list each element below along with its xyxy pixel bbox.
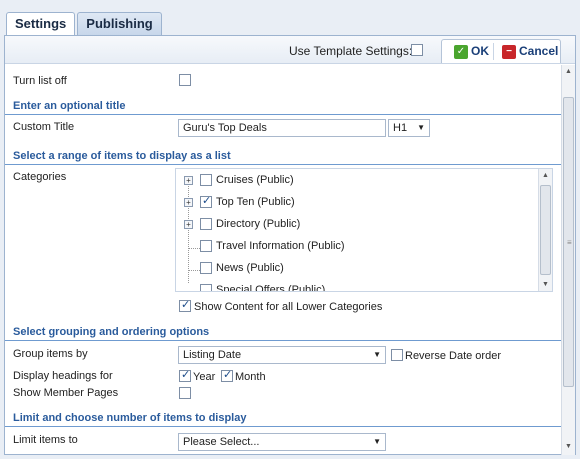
scroll-down-icon[interactable]: ▼ [542, 281, 549, 288]
year-checkbox[interactable] [179, 368, 191, 382]
button-divider [493, 43, 494, 60]
expand-icon[interactable]: + [184, 220, 193, 229]
category-label: Special Offers (Public) [216, 284, 326, 292]
custom-title-label: Custom Title [13, 121, 75, 133]
tab-publishing[interactable]: Publishing [77, 12, 162, 36]
category-checkbox[interactable] [200, 218, 212, 230]
categories-tree: + Cruises (Public) + Top Ten (Public) + … [175, 168, 553, 292]
main-scrollbar[interactable]: ▲ ≡ ▼ [561, 65, 575, 455]
grip-icon: ≡ [567, 238, 572, 247]
group-by-select[interactable]: Listing Date ▼ [178, 346, 386, 364]
check-icon: ✓ [454, 44, 468, 59]
main-scroll-thumb[interactable]: ≡ [563, 97, 574, 387]
month-checkbox[interactable] [221, 368, 233, 382]
category-label: News (Public) [216, 262, 284, 274]
cancel-label: Cancel [519, 44, 559, 58]
tab-settings[interactable]: Settings [6, 12, 76, 37]
chevron-down-icon: ▼ [417, 123, 425, 132]
tree-scrollbar[interactable]: ▲ ▼ [538, 169, 552, 291]
section-heading-title: Enter an optional title [5, 97, 561, 115]
category-label: Directory (Public) [216, 218, 301, 230]
minus-icon: − [502, 44, 516, 59]
section-heading-limit: Limit and choose number of items to disp… [5, 409, 561, 427]
year-label: Year [193, 371, 216, 383]
ok-button[interactable]: ✓ OK [454, 44, 489, 59]
group-by-value: Listing Date [183, 349, 242, 361]
category-checkbox[interactable] [200, 194, 212, 208]
tree-line [188, 177, 189, 283]
tab-bar: Settings Publishing [6, 12, 164, 37]
ok-cancel-group: ✓ OK − Cancel [441, 39, 561, 63]
show-member-pages-label: Show Member Pages [13, 387, 119, 399]
show-lower-categories-checkbox[interactable] [179, 298, 191, 312]
chevron-down-icon: ▼ [373, 350, 381, 359]
category-label: Travel Information (Public) [216, 240, 345, 252]
cancel-button[interactable]: − Cancel [502, 44, 558, 59]
ok-label: OK [471, 44, 489, 58]
limit-items-value: Please Select... [183, 436, 260, 448]
category-label: Top Ten (Public) [216, 196, 295, 208]
group-by-label: Group items by [13, 348, 88, 360]
tree-line [188, 270, 200, 271]
category-checkbox[interactable] [200, 262, 212, 274]
turn-list-off-label: Turn list off [13, 75, 67, 87]
limit-items-select[interactable]: Please Select... ▼ [178, 433, 386, 451]
category-checkbox[interactable] [200, 240, 212, 252]
show-lower-categories-label: Show Content for all Lower Categories [194, 301, 383, 313]
use-template-label: Use Template Settings: [289, 44, 413, 58]
turn-list-off-checkbox[interactable] [179, 74, 191, 86]
scroll-up-icon[interactable]: ▲ [542, 172, 549, 179]
use-template-checkbox[interactable] [411, 44, 423, 56]
settings-panel: Use Template Settings: ✓ OK − Cancel Turn … [4, 35, 576, 455]
category-checkbox[interactable] [200, 284, 212, 291]
tree-line [188, 248, 200, 249]
show-member-pages-checkbox[interactable] [179, 387, 191, 399]
categories-label: Categories [13, 171, 67, 183]
tree-scroll-thumb[interactable] [540, 185, 551, 275]
expand-icon[interactable]: + [184, 198, 193, 207]
month-label: Month [235, 371, 266, 383]
expand-icon[interactable]: + [184, 176, 193, 185]
limit-items-label: Limit items to [13, 434, 78, 446]
chevron-down-icon: ▼ [373, 437, 381, 446]
toolbar: Use Template Settings: ✓ OK − Cancel [5, 36, 575, 64]
scroll-down-icon[interactable]: ▼ [565, 443, 572, 450]
settings-window: Settings Publishing Use Template Setting… [0, 0, 580, 459]
heading-level-select[interactable]: H1 ▼ [388, 119, 430, 137]
settings-form: Turn list off Enter an optional title Cu… [5, 65, 561, 455]
scroll-up-icon[interactable]: ▲ [565, 68, 572, 75]
category-label: Cruises (Public) [216, 174, 294, 186]
custom-title-input[interactable]: Guru's Top Deals [178, 119, 386, 137]
category-checkbox[interactable] [200, 174, 212, 186]
reverse-date-label: Reverse Date order [405, 350, 501, 362]
heading-level-value: H1 [393, 122, 408, 134]
section-heading-grouping: Select grouping and ordering options [5, 323, 561, 341]
display-headings-label: Display headings for [13, 370, 113, 382]
reverse-date-checkbox[interactable] [391, 349, 403, 361]
section-heading-range: Select a range of items to display as a … [5, 147, 561, 165]
